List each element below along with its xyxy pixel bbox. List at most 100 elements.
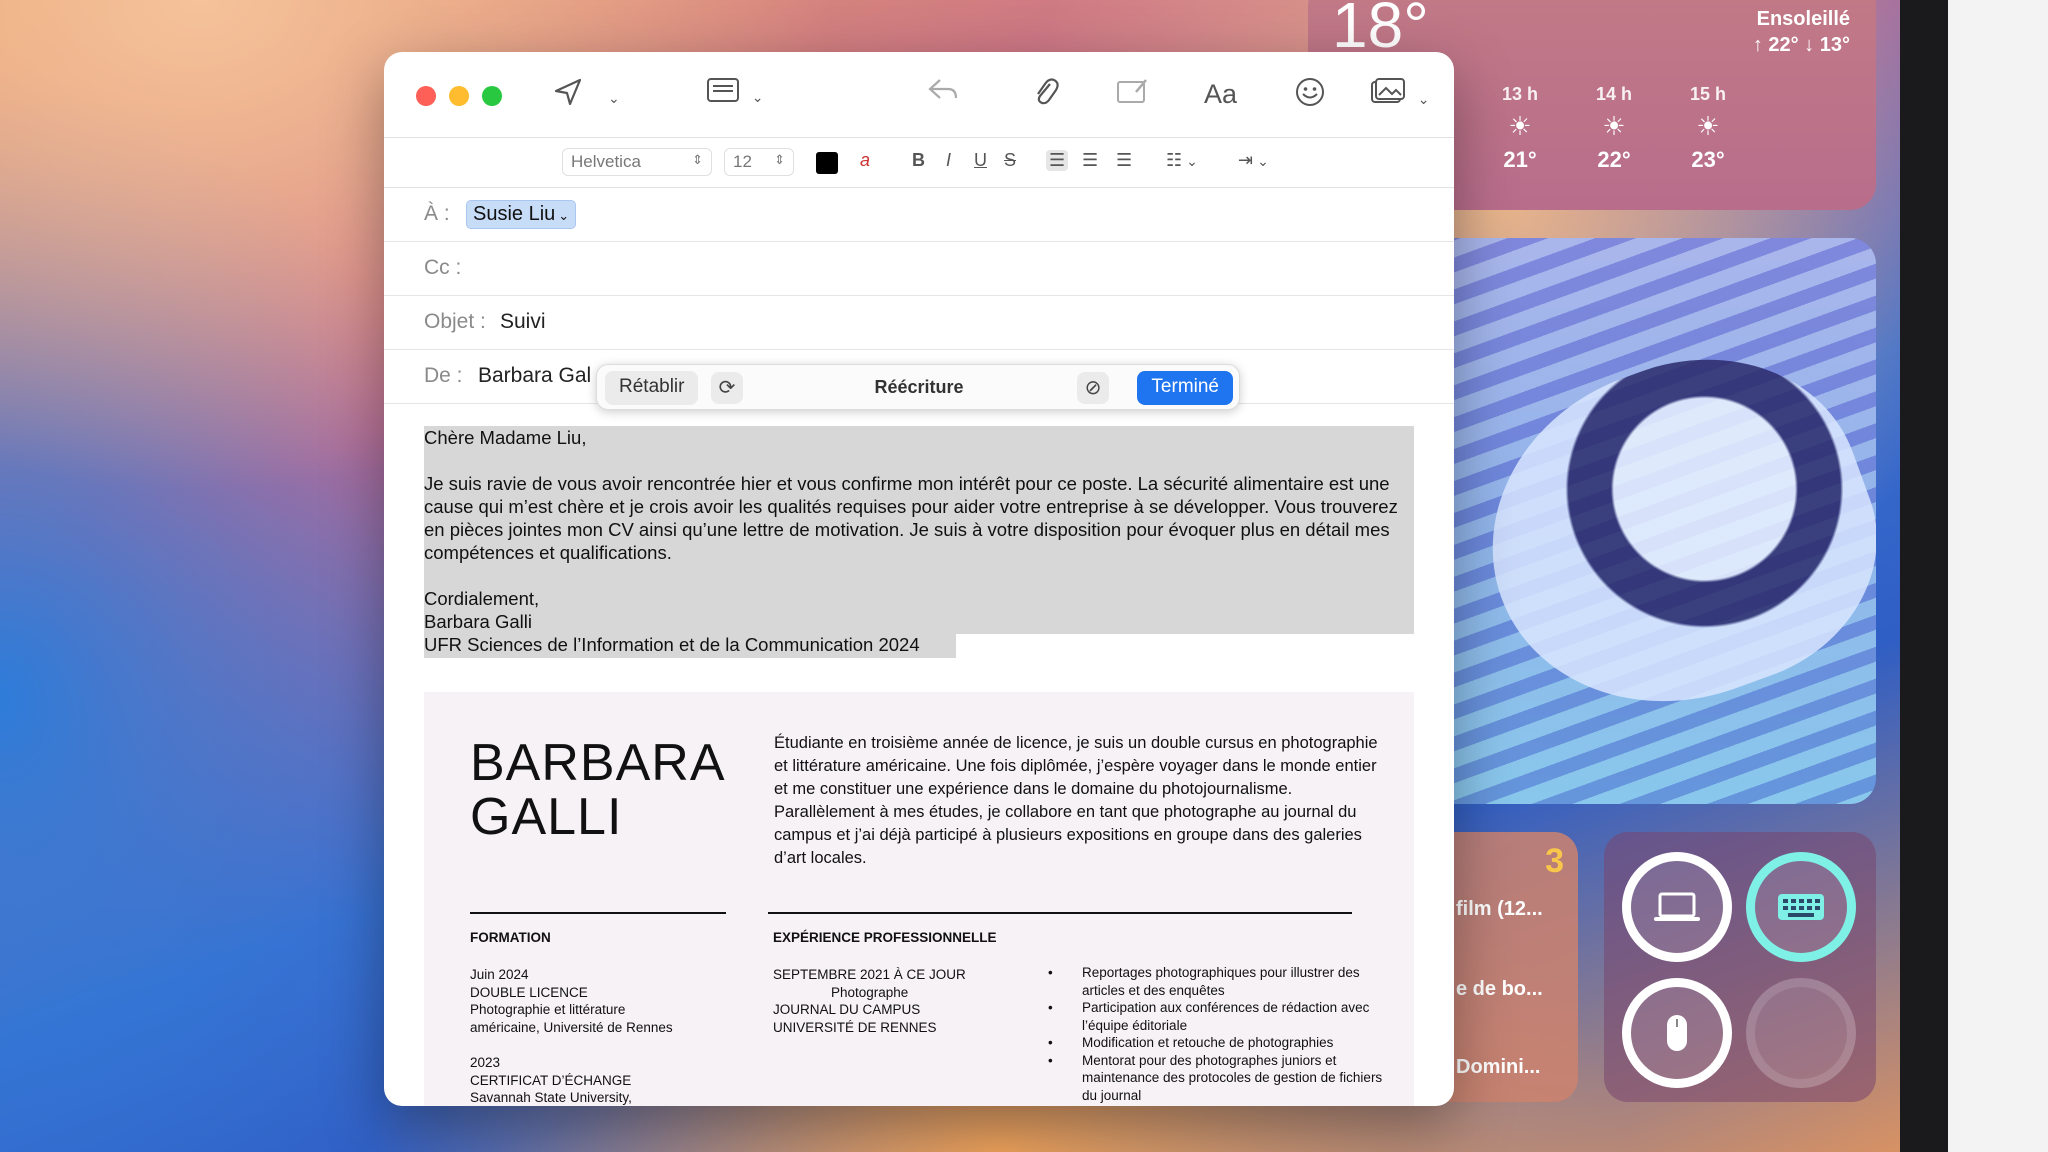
list-button[interactable]: ☷ ⌄ bbox=[1166, 150, 1198, 171]
strikethrough-button[interactable]: S bbox=[1004, 150, 1016, 171]
text-color-swatch[interactable] bbox=[816, 152, 838, 174]
weather-hour-temp: 22° bbox=[1597, 147, 1631, 172]
emoji-icon bbox=[1296, 78, 1324, 106]
cv-name: BARBARA GALLI bbox=[470, 736, 726, 844]
markup-icon bbox=[1117, 79, 1147, 103]
close-button[interactable] bbox=[416, 86, 436, 106]
toolbar: ⌄ ⌄ Aa ⌄ bbox=[384, 52, 1454, 138]
align-left-icon: ☰ bbox=[1049, 150, 1066, 170]
chevron-down-icon: ⌄ bbox=[558, 208, 570, 223]
text-format-icon: Aa bbox=[1204, 79, 1238, 109]
font-family-value: Helvetica bbox=[571, 152, 641, 171]
formation-line: Photographie et littérature bbox=[470, 1002, 626, 1017]
font-size-value: 12 bbox=[733, 152, 752, 171]
photo-icon bbox=[1371, 78, 1405, 103]
message-body[interactable]: Chère Madame Liu, Je suis ravie de vous … bbox=[424, 426, 1414, 656]
chevron-down-icon: ⌄ bbox=[608, 89, 620, 106]
align-right-button[interactable]: ☰ bbox=[1116, 150, 1132, 171]
sun-icon: ☀ bbox=[1602, 111, 1626, 141]
align-center-button[interactable]: ☰ bbox=[1082, 150, 1098, 171]
redo-rewrite-button[interactable]: ⟳ bbox=[711, 372, 743, 404]
send-button[interactable] bbox=[552, 76, 584, 117]
weather-hour-temp: 23° bbox=[1691, 147, 1725, 172]
cv-intro: Étudiante en troisième année de licence,… bbox=[774, 734, 1378, 867]
compose-rewrite-button[interactable]: ⊘ bbox=[1077, 372, 1109, 404]
weather-hour-temp: 21° bbox=[1503, 147, 1537, 172]
markup-button[interactable] bbox=[1116, 76, 1150, 115]
subject-label: Objet : bbox=[424, 310, 486, 333]
experience-bullet: Mentorat pour des photographes juniors e… bbox=[1048, 1052, 1388, 1105]
indent-button[interactable]: ⇥ ⌄ bbox=[1238, 150, 1269, 171]
body-paragraph: Je suis ravie de vous avoir rencontrée h… bbox=[424, 473, 1398, 563]
reminder-item[interactable]: film (12... bbox=[1456, 898, 1543, 921]
zoom-button[interactable] bbox=[482, 86, 502, 106]
send-options-button[interactable]: ⌄ bbox=[604, 78, 620, 116]
indent-icon: ⇥ bbox=[1238, 150, 1254, 170]
signature-school: UFR Sciences de l’Information et de la C… bbox=[424, 634, 920, 655]
minimize-button[interactable] bbox=[449, 86, 469, 106]
underline-button[interactable]: U bbox=[974, 150, 987, 171]
formation-entry: Juin 2024 DOUBLE LICENCE Photographie et… bbox=[470, 966, 673, 1036]
formation-heading: FORMATION bbox=[470, 930, 551, 945]
reply-button[interactable] bbox=[926, 76, 960, 113]
sun-icon: ☀ bbox=[1508, 111, 1532, 141]
photo-browser-button[interactable]: ⌄ bbox=[1370, 76, 1430, 117]
formation-line: Savannah State University, bbox=[470, 1090, 632, 1105]
align-left-button[interactable]: ☰ bbox=[1046, 150, 1069, 171]
rewrite-cycle-icon: ⟳ bbox=[718, 377, 736, 399]
chevron-down-icon: ⌄ bbox=[1186, 152, 1198, 169]
batteries-widget[interactable] bbox=[1604, 832, 1876, 1102]
experience-org: UNIVERSITÉ DE RENNES bbox=[773, 1019, 937, 1035]
undo-rewrite-button[interactable]: Rétablir bbox=[605, 371, 699, 405]
sun-icon: ☀ bbox=[1696, 111, 1720, 141]
reminder-item[interactable]: e de bo... bbox=[1456, 978, 1543, 1001]
recipient-token[interactable]: Susie Liu ⌄ bbox=[466, 200, 577, 229]
formation-line: CERTIFICAT D’ÉCHANGE bbox=[470, 1072, 632, 1088]
chevron-down-icon: ⌄ bbox=[751, 88, 764, 105]
screen-margin bbox=[1948, 0, 2048, 1152]
font-family-select[interactable]: Helvetica ⇕ bbox=[562, 148, 712, 176]
format-button[interactable]: Aa bbox=[1204, 76, 1237, 112]
stepper-icon: ⇕ bbox=[692, 152, 703, 167]
weather-hour: 15 h ☀ 23° bbox=[1668, 84, 1748, 173]
cc-field[interactable]: Cc : bbox=[384, 242, 1454, 296]
keyboard-icon bbox=[1778, 894, 1824, 920]
subject-value: Suivi bbox=[500, 310, 546, 333]
italic-button[interactable]: I bbox=[946, 150, 951, 171]
display-bezel bbox=[1900, 0, 1948, 1152]
experience-org: JOURNAL DU CAMPUS bbox=[773, 1002, 921, 1017]
dog-photo bbox=[1445, 312, 1876, 754]
laptop-battery bbox=[1622, 852, 1732, 962]
cv-attachment-preview[interactable]: BARBARA GALLI Étudiante en troisième ann… bbox=[424, 692, 1414, 1106]
cv-name-last: GALLI bbox=[470, 788, 623, 846]
experience-bullet: Reportages photographiques pour illustre… bbox=[1048, 964, 1388, 999]
font-size-select[interactable]: 12 ⇕ bbox=[724, 148, 794, 176]
attach-button[interactable] bbox=[1032, 76, 1060, 117]
mouse-icon bbox=[1667, 1015, 1687, 1051]
formation-line: américaine, Université de Rennes bbox=[470, 1019, 673, 1035]
to-label: À : bbox=[424, 202, 450, 225]
list-icon: ☷ bbox=[1166, 150, 1183, 170]
header-fields-icon bbox=[707, 78, 739, 102]
subject-field[interactable]: Objet : Suivi bbox=[384, 296, 1454, 350]
weather-hour-label: 13 h bbox=[1501, 84, 1539, 104]
reminder-item[interactable]: Domini... bbox=[1456, 1056, 1540, 1079]
to-field[interactable]: À : Susie Liu ⌄ bbox=[384, 188, 1454, 242]
recipient-name: Susie Liu bbox=[473, 203, 556, 225]
weather-hour-label: 15 h bbox=[1689, 84, 1727, 104]
experience-bullet: Modification et retouche de photographie… bbox=[1048, 1034, 1388, 1052]
from-value: Barbara Gal bbox=[478, 364, 592, 387]
stepper-icon: ⇕ bbox=[774, 152, 785, 167]
greeting: Chère Madame Liu, bbox=[424, 427, 587, 448]
header-fields-button[interactable]: ⌄ bbox=[706, 76, 764, 115]
signature-name: Barbara Galli bbox=[424, 611, 532, 632]
emoji-button[interactable] bbox=[1294, 76, 1326, 117]
photo-widget[interactable] bbox=[1420, 238, 1876, 804]
bold-button[interactable]: B bbox=[912, 150, 925, 171]
weather-condition: Ensoleillé bbox=[1756, 8, 1850, 30]
weather-hour: 14 h ☀ 22° bbox=[1574, 84, 1654, 173]
experience-bullet: Participation aux conférences de rédacti… bbox=[1048, 999, 1388, 1034]
chevron-down-icon: ⌄ bbox=[1417, 90, 1430, 107]
highlight-color-button[interactable]: a bbox=[860, 150, 870, 171]
done-button[interactable]: Terminé bbox=[1137, 371, 1233, 405]
